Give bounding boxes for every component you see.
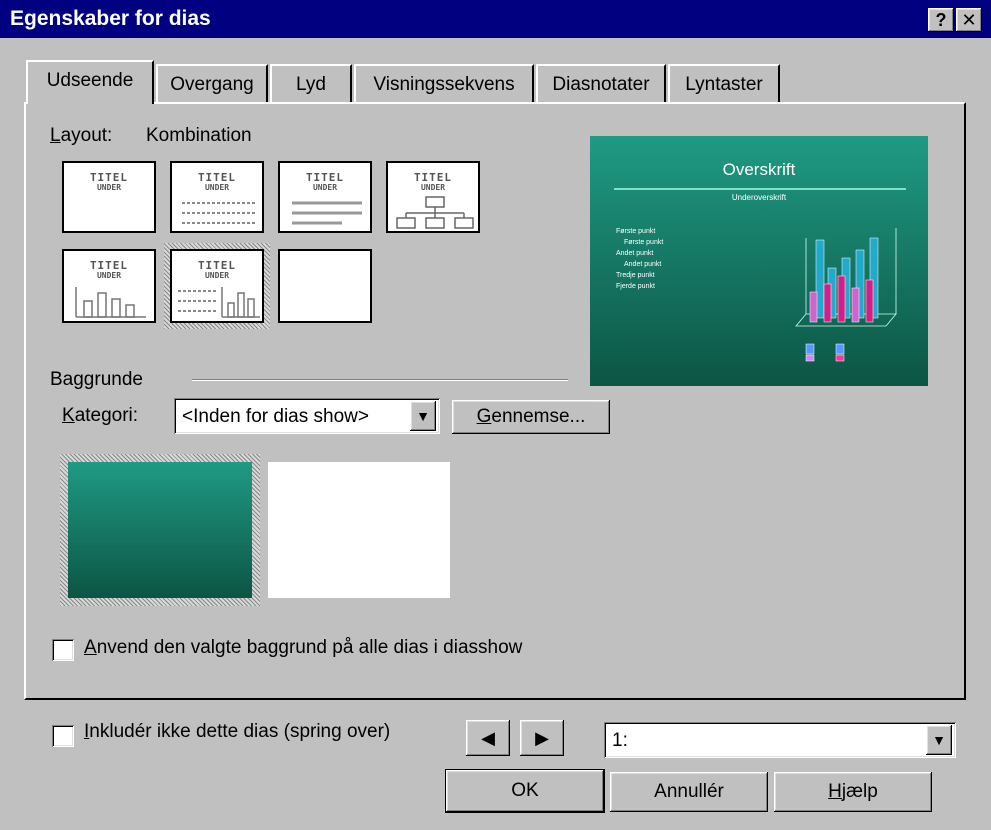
layout-thumb-text[interactable]: TITEL UNDER bbox=[278, 161, 372, 233]
next-slide-button[interactable]: ▶ bbox=[520, 720, 564, 756]
tab-label: Lyd bbox=[296, 74, 326, 95]
layout-thumb-blank[interactable] bbox=[278, 249, 372, 323]
text-chart-icon bbox=[178, 287, 260, 318]
layout-thumb-bullets[interactable]: TITEL UNDER bbox=[170, 161, 264, 233]
section-divider bbox=[192, 379, 568, 381]
tab-overgang[interactable]: Overgang bbox=[156, 64, 268, 102]
title-bar: Egenskaber for dias ? ✕ bbox=[0, 0, 991, 38]
layout-thumb-title[interactable]: TITEL UNDER bbox=[62, 161, 156, 233]
tab-lyd[interactable]: Lyd bbox=[270, 64, 352, 102]
previous-slide-button[interactable]: ◀ bbox=[466, 720, 510, 756]
category-dropdown[interactable]: <Inden for dias show> ▼ bbox=[174, 398, 440, 434]
preview-rule bbox=[614, 188, 906, 190]
tab-label: Overgang bbox=[170, 74, 254, 95]
cancel-button[interactable]: Annullér bbox=[610, 772, 768, 812]
help-button[interactable]: Hjælp bbox=[774, 772, 932, 812]
category-label: Kategori: bbox=[62, 405, 139, 426]
preview-chart-icon bbox=[795, 228, 897, 362]
bar-chart-icon bbox=[75, 287, 146, 318]
layout-thumb-orgchart[interactable]: TITEL UNDER bbox=[386, 161, 480, 233]
tab-label: Lyntaster bbox=[685, 74, 763, 95]
tab-udseende[interactable]: Udseende bbox=[26, 60, 154, 104]
slide-select-value: 1: bbox=[612, 730, 628, 751]
arrow-right-icon: ▶ bbox=[535, 728, 549, 748]
tab-label: Visningssekvens bbox=[373, 74, 515, 95]
browse-button[interactable]: Gennemse... bbox=[452, 400, 610, 434]
chevron-down-icon[interactable]: ▼ bbox=[410, 401, 436, 431]
apply-all-checkbox[interactable] bbox=[52, 639, 74, 661]
help-icon[interactable]: ? bbox=[928, 8, 954, 32]
layout-value: Kombination bbox=[146, 125, 252, 146]
tab-label: Diasnotater bbox=[552, 74, 650, 95]
tab-visningssekvens[interactable]: Visningssekvens bbox=[354, 64, 534, 102]
preview-bullets: Første punkt Første punkt Andet punkt An… bbox=[616, 228, 664, 290]
skip-slide-label: Inkludér ikke dette dias (spring over) bbox=[84, 721, 391, 742]
background-swatch-teal[interactable] bbox=[68, 462, 252, 598]
arrow-left-icon: ◀ bbox=[481, 728, 495, 748]
category-value: <Inden for dias show> bbox=[182, 406, 369, 427]
background-section-label: Baggrunde bbox=[50, 369, 143, 390]
tab-diasnotater[interactable]: Diasnotater bbox=[536, 64, 666, 102]
tab-lyntaster[interactable]: Lyntaster bbox=[668, 64, 780, 102]
tab-label: Udseende bbox=[46, 70, 134, 91]
skip-slide-checkbox[interactable] bbox=[52, 725, 74, 747]
preview-heading: Overskrift bbox=[722, 160, 796, 179]
close-icon[interactable]: ✕ bbox=[956, 8, 982, 32]
apply-all-label: Anvend den valgte baggrund på alle dias … bbox=[84, 637, 523, 658]
bullet-lines-icon bbox=[182, 202, 256, 224]
layout-thumb-chart[interactable]: TITEL UNDER bbox=[62, 249, 156, 323]
preview-subheading: Underoverskrift bbox=[731, 193, 787, 202]
layout-label: Layout: bbox=[50, 125, 113, 146]
slide-preview: Overskrift Underoverskrift Første punkt … bbox=[590, 136, 928, 386]
chevron-down-icon[interactable]: ▼ bbox=[926, 725, 952, 755]
window-title: Egenskaber for dias bbox=[10, 7, 211, 30]
slide-select-dropdown[interactable]: 1: ▼ bbox=[604, 722, 956, 758]
ok-button[interactable]: OK bbox=[446, 770, 604, 812]
orgchart-icon bbox=[396, 196, 474, 229]
background-swatch-white[interactable] bbox=[268, 462, 450, 598]
text-lines-icon bbox=[292, 201, 362, 225]
layout-thumb-text-chart[interactable]: TITEL UNDER bbox=[170, 249, 264, 323]
